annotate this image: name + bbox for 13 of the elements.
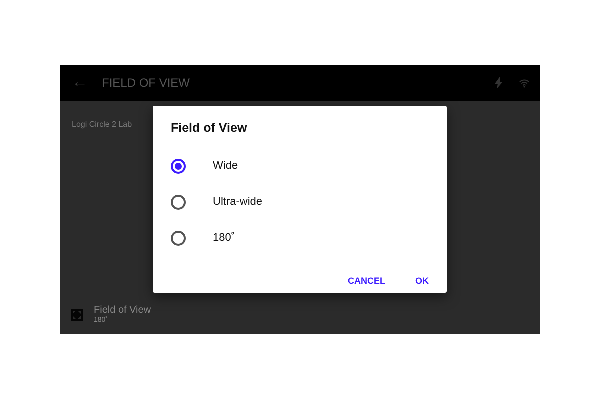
option-label[interactable]: Wide [213, 158, 238, 174]
radio-button[interactable] [171, 194, 186, 210]
radio-button[interactable] [171, 158, 186, 174]
dialog-title: Field of View [171, 121, 248, 136]
radio-button[interactable] [171, 230, 186, 246]
setting-title[interactable]: Field of View [94, 304, 152, 316]
cancel-button[interactable]: CANCEL [340, 273, 394, 290]
screen-title: FIELD OF VIEW [102, 75, 190, 92]
device-name: Logi Circle 2 Lab [72, 119, 132, 131]
ok-button[interactable]: OK [408, 273, 437, 290]
option-label[interactable]: 180˚ [213, 230, 236, 246]
expand-icon [71, 309, 83, 322]
option-label[interactable]: Ultra-wide [213, 194, 263, 210]
